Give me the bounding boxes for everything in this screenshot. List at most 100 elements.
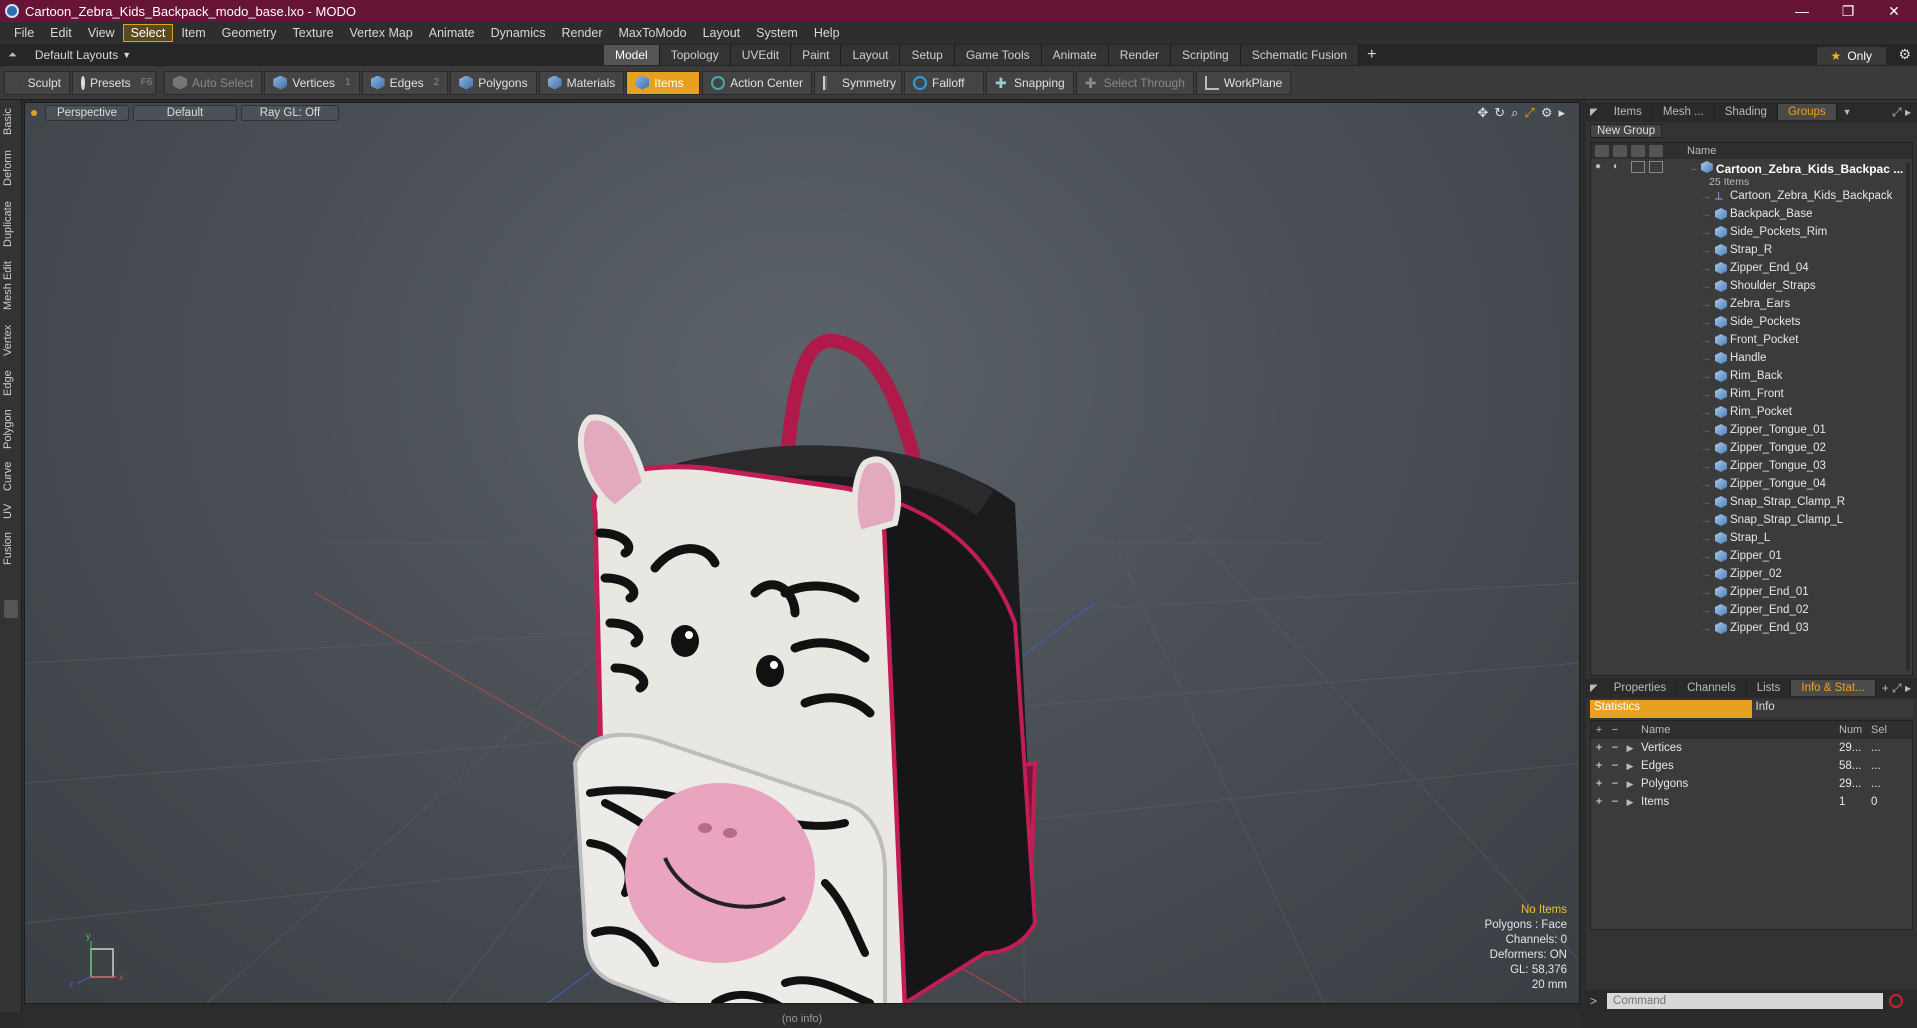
viewport-settings-icon[interactable]: ⚙: [1541, 105, 1553, 121]
expand-arrow-icon[interactable]: ▶: [1623, 797, 1637, 808]
select-through-button[interactable]: ✚ Select Through: [1075, 70, 1194, 95]
tab-channels[interactable]: Channels: [1677, 680, 1747, 696]
tab-curve[interactable]: Curve: [2, 458, 20, 494]
tab-schematic-fusion[interactable]: Schematic Fusion: [1240, 45, 1360, 65]
tab-lists[interactable]: Lists: [1747, 680, 1792, 696]
gear-icon[interactable]: ⚙: [1898, 46, 1911, 63]
render-column-icon[interactable]: [1613, 145, 1627, 157]
menu-animate[interactable]: Animate: [421, 24, 483, 42]
menu-item[interactable]: Item: [173, 24, 213, 42]
menu-texture[interactable]: Texture: [285, 24, 342, 42]
outliner-item[interactable]: → Shoulder_Straps: [1591, 277, 1912, 295]
outliner-item[interactable]: → Zipper_Tongue_02: [1591, 439, 1912, 457]
tab-groups[interactable]: Groups: [1777, 104, 1837, 120]
outliner-item[interactable]: → Backpack_Base: [1591, 205, 1912, 223]
menu-help[interactable]: Help: [806, 24, 848, 42]
only-toggle[interactable]: ★ Only: [1815, 46, 1887, 66]
command-input[interactable]: [1607, 993, 1884, 1009]
stat-row-vertices[interactable]: + − ▶ Vertices 29... ...: [1591, 739, 1912, 757]
outliner-item[interactable]: → Zipper_02: [1591, 565, 1912, 583]
presets-button[interactable]: Presets F6: [72, 70, 156, 95]
tab-layout[interactable]: Layout: [841, 45, 901, 65]
edges-button[interactable]: Edges 2: [361, 70, 449, 95]
outliner-item[interactable]: → Side_Pockets: [1591, 313, 1912, 331]
stat-row-edges[interactable]: + − ▶ Edges 58... ...: [1591, 757, 1912, 775]
menu-select[interactable]: Select: [122, 24, 174, 42]
select-toggle-icon[interactable]: [1649, 161, 1663, 173]
layout-expand-icon[interactable]: ⏶: [8, 49, 17, 62]
3d-viewport[interactable]: y x z Perspective Default Ray GL: Off ✥ …: [24, 102, 1580, 1004]
viewport-menu-icon[interactable]: ▸: [1558, 105, 1565, 121]
menu-layout[interactable]: Layout: [695, 24, 749, 42]
outliner-item[interactable]: → Zipper_Tongue_01: [1591, 421, 1912, 439]
panel-expand-icon[interactable]: ◤: [1590, 107, 1598, 118]
visibility-column-icon[interactable]: [1595, 145, 1609, 157]
info-add-icon[interactable]: + ⤢ ▸: [1882, 681, 1917, 696]
menu-file[interactable]: File: [6, 24, 42, 42]
tab-info-stats[interactable]: Info & Stat...: [1791, 680, 1876, 696]
outliner-item[interactable]: → Rim_Pocket: [1591, 403, 1912, 421]
stat-row-polygons[interactable]: + − ▶ Polygons 29... ...: [1591, 775, 1912, 793]
outliner-item[interactable]: → Strap_R: [1591, 241, 1912, 259]
tab-animate[interactable]: Animate: [1041, 45, 1109, 65]
outliner-scrollbar[interactable]: [1906, 163, 1910, 671]
expand-arrow-icon[interactable]: ▶: [1623, 779, 1637, 790]
add-icon[interactable]: +: [1591, 742, 1607, 754]
menu-maxtomodo[interactable]: MaxToModo: [611, 24, 695, 42]
rotate-icon[interactable]: ↻: [1494, 105, 1505, 121]
remove-icon[interactable]: −: [1607, 760, 1623, 772]
outliner-item[interactable]: → Zipper_Tongue_04: [1591, 475, 1912, 493]
outliner-item[interactable]: → Zipper_End_04: [1591, 259, 1912, 277]
tab-shading[interactable]: Shading: [1715, 104, 1778, 120]
lock-toggle-icon[interactable]: [1631, 161, 1645, 173]
outliner-item[interactable]: → Snap_Strap_Clamp_L: [1591, 511, 1912, 529]
outliner-item[interactable]: → ⟂ Cartoon_Zebra_Kids_Backpack: [1591, 187, 1912, 205]
new-group-button[interactable]: New Group: [1590, 124, 1663, 138]
minimize-button[interactable]: —: [1779, 0, 1825, 22]
items-button[interactable]: Items: [626, 70, 701, 95]
select-column-icon[interactable]: [1649, 145, 1663, 157]
expand-arrow-icon[interactable]: ▶: [1623, 743, 1637, 754]
col-sel[interactable]: Sel: [1869, 724, 1899, 736]
stat-row-items[interactable]: + − ▶ Items 1 0: [1591, 793, 1912, 811]
polygons-button[interactable]: Polygons: [450, 70, 537, 95]
outliner-item[interactable]: → Rim_Front: [1591, 385, 1912, 403]
outliner-item[interactable]: → Front_Pocket: [1591, 331, 1912, 349]
menu-view[interactable]: View: [80, 24, 123, 42]
chevron-down-icon[interactable]: ▼: [1843, 107, 1852, 117]
outliner-item[interactable]: → Snap_Strap_Clamp_R: [1591, 493, 1912, 511]
shading-dropdown[interactable]: Default: [133, 105, 237, 121]
outliner-item[interactable]: → Zipper_Tongue_03: [1591, 457, 1912, 475]
tab-scripting[interactable]: Scripting: [1171, 45, 1241, 65]
symmetry-button[interactable]: Symmetry: [813, 70, 902, 95]
tab-duplicate[interactable]: Duplicate: [2, 196, 20, 252]
tab-topology[interactable]: Topology: [659, 45, 731, 65]
tab-items[interactable]: Items: [1604, 104, 1653, 120]
tab-render[interactable]: Render: [1108, 45, 1172, 65]
groups-outliner[interactable]: Name ● ◐ − Cartoon_Zebra_Kids_Backpac ... …: [1590, 142, 1913, 676]
outliner-item[interactable]: → Rim_Back: [1591, 367, 1912, 385]
maximize-panel-icon[interactable]: ⤢ ▸: [1892, 105, 1917, 120]
action-center-button[interactable]: Action Center: [702, 70, 812, 95]
layouts-dropdown[interactable]: ⏶ Default Layouts ▼: [0, 48, 604, 62]
record-macro-icon[interactable]: [1889, 994, 1904, 1008]
tab-properties[interactable]: Properties: [1604, 680, 1678, 696]
tab-statistics[interactable]: Statistics: [1590, 700, 1752, 718]
expand-arrow-icon[interactable]: ▶: [1623, 761, 1637, 772]
outliner-item[interactable]: → Side_Pockets_Rim: [1591, 223, 1912, 241]
col-num[interactable]: Num: [1837, 724, 1869, 736]
add-icon[interactable]: +: [1591, 796, 1607, 808]
snapping-button[interactable]: ✚ Snapping: [985, 70, 1074, 95]
materials-button[interactable]: Materials: [538, 70, 625, 95]
menu-edit[interactable]: Edit: [42, 24, 80, 42]
view-type-dropdown[interactable]: Perspective: [45, 105, 129, 121]
command-history-icon[interactable]: >: [1590, 994, 1597, 1008]
menu-system[interactable]: System: [748, 24, 806, 42]
tab-basic[interactable]: Basic: [2, 104, 20, 140]
tab-edge[interactable]: Edge: [2, 366, 20, 400]
menu-dynamics[interactable]: Dynamics: [483, 24, 554, 42]
outliner-item[interactable]: → Zipper_End_01: [1591, 583, 1912, 601]
add-icon[interactable]: +: [1591, 778, 1607, 790]
info-expand-icon[interactable]: ◤: [1590, 683, 1598, 694]
falloff-button[interactable]: Falloff: [903, 70, 984, 95]
